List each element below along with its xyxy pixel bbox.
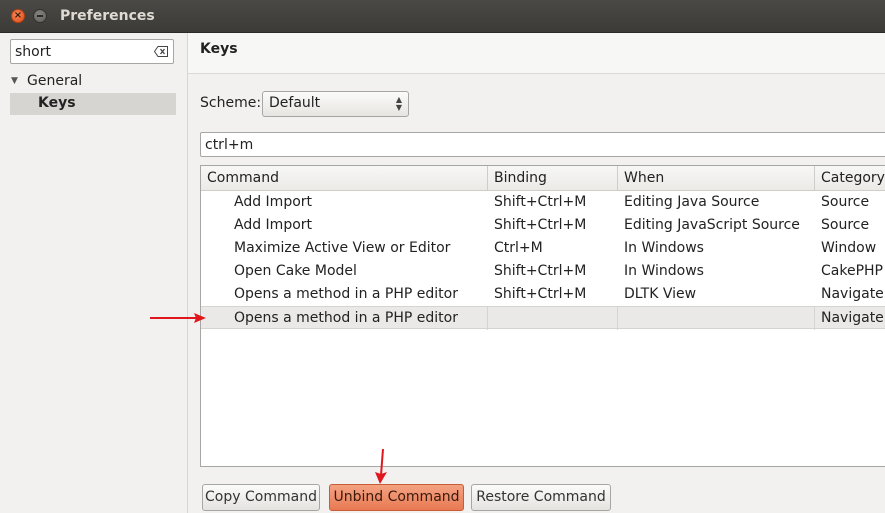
when-cell: Editing Java Source: [624, 194, 760, 210]
binding-cell: Shift+Ctrl+M: [494, 194, 587, 210]
preferences-tree: ▼ General Keys: [0, 71, 187, 115]
command-cell: Opens a method in a PHP editor: [234, 286, 458, 302]
unbind-command-button[interactable]: Unbind Command: [329, 484, 464, 511]
binding-cell: Shift+Ctrl+M: [494, 217, 587, 233]
command-cell: Add Import: [234, 194, 313, 210]
category-cell: CakePHP: [821, 263, 883, 279]
category-cell: Source: [821, 194, 870, 210]
category-cell: Source: [821, 217, 870, 233]
clear-filter-icon[interactable]: [154, 46, 168, 57]
copy-command-button[interactable]: Copy Command: [202, 484, 320, 511]
table-row[interactable]: Add Import Shift+Ctrl+M Editing JavaScript…: [201, 214, 885, 237]
binding-cell: [488, 307, 618, 330]
tree-item-keys[interactable]: Keys: [10, 93, 176, 115]
title-bar: × Preferences: [0, 0, 885, 33]
command-cell: Maximize Active View or Editor: [234, 240, 451, 256]
restore-command-button[interactable]: Restore Command: [471, 484, 611, 511]
table-row[interactable]: Maximize Active View or Editor Ctrl+M In W…: [201, 237, 885, 260]
binding-cell: Shift+Ctrl+M: [494, 263, 587, 279]
category-cell: Navigate: [821, 310, 884, 326]
tree-item-general[interactable]: ▼ General: [0, 71, 187, 93]
column-header-command[interactable]: Command: [201, 166, 488, 190]
scheme-dropdown[interactable]: Default ▲ ▼: [262, 91, 409, 117]
category-cell: Window: [821, 240, 877, 256]
key-bindings-table: Command Binding When Category Add Import…: [200, 165, 885, 467]
when-cell: Editing JavaScript Source: [624, 217, 800, 233]
window-title: Preferences: [60, 8, 155, 24]
tree-item-general-label: General: [27, 73, 83, 89]
when-cell: [618, 307, 815, 330]
command-cell: Opens a method in a PHP editor: [201, 307, 488, 330]
close-window-button[interactable]: ×: [11, 9, 25, 23]
preferences-sidebar: ▼ General Keys: [0, 33, 188, 513]
preferences-filter-field[interactable]: [10, 39, 174, 64]
preferences-filter-input[interactable]: [15, 42, 150, 61]
updown-arrows-icon: ▲ ▼: [395, 95, 402, 112]
page-header: Keys: [188, 33, 885, 74]
page-title: Keys: [200, 41, 238, 57]
scheme-value: Default: [269, 95, 321, 111]
binding-cell: Shift+Ctrl+M: [494, 286, 587, 302]
column-header-binding[interactable]: Binding: [488, 166, 618, 190]
command-cell: Open Cake Model: [234, 263, 357, 279]
when-cell: In Windows: [624, 263, 704, 279]
binding-cell: Ctrl+M: [494, 240, 543, 256]
table-header: Command Binding When Category: [201, 166, 885, 191]
minimize-window-button[interactable]: [33, 9, 47, 23]
keys-preference-page: Keys Scheme: Default ▲▼ Command Binding …: [188, 33, 885, 513]
table-row[interactable]: Opens a method in a PHP editor Shift+Ctrl…: [201, 283, 885, 306]
column-header-category[interactable]: Category: [815, 166, 885, 190]
key-filter-input[interactable]: [205, 135, 805, 154]
key-filter-field[interactable]: [200, 132, 885, 157]
column-header-when[interactable]: When: [618, 166, 815, 190]
table-row[interactable]: Open Cake Model Shift+Ctrl+M In Windows Cak…: [201, 260, 885, 283]
expanded-triangle-icon[interactable]: ▼: [11, 76, 18, 86]
table-row[interactable]: Opens a method in a PHP editor Navigate: [201, 306, 885, 330]
table-row[interactable]: Add Import Shift+Ctrl+M Editing Java Sourc…: [201, 191, 885, 214]
when-cell: DLTK View: [624, 286, 697, 302]
command-cell: Add Import: [234, 217, 313, 233]
tree-item-keys-label: Keys: [38, 95, 76, 111]
when-cell: In Windows: [624, 240, 704, 256]
category-cell: Navigate: [821, 286, 884, 302]
scheme-label: Scheme:: [200, 95, 262, 111]
